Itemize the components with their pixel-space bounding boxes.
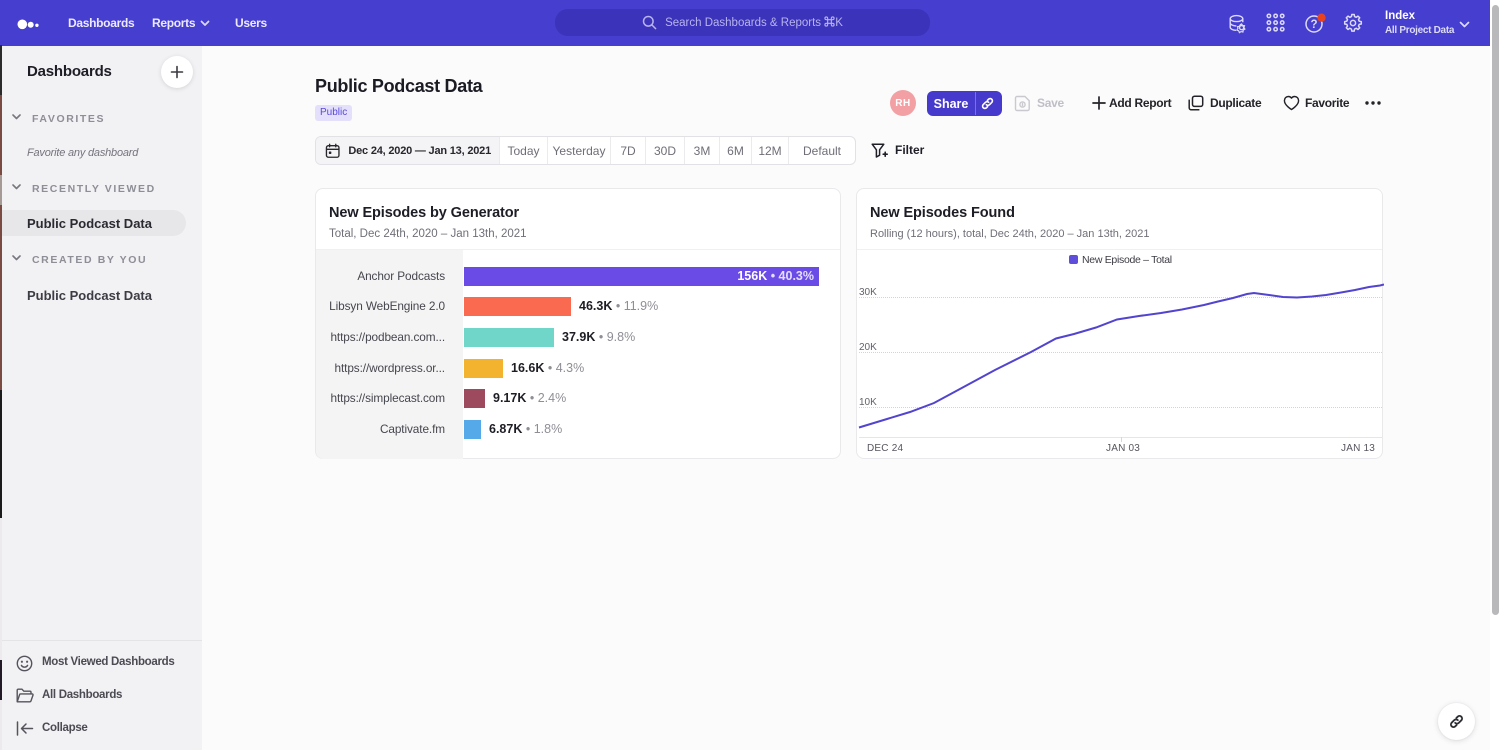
svg-text:?: ? [1310,19,1317,31]
